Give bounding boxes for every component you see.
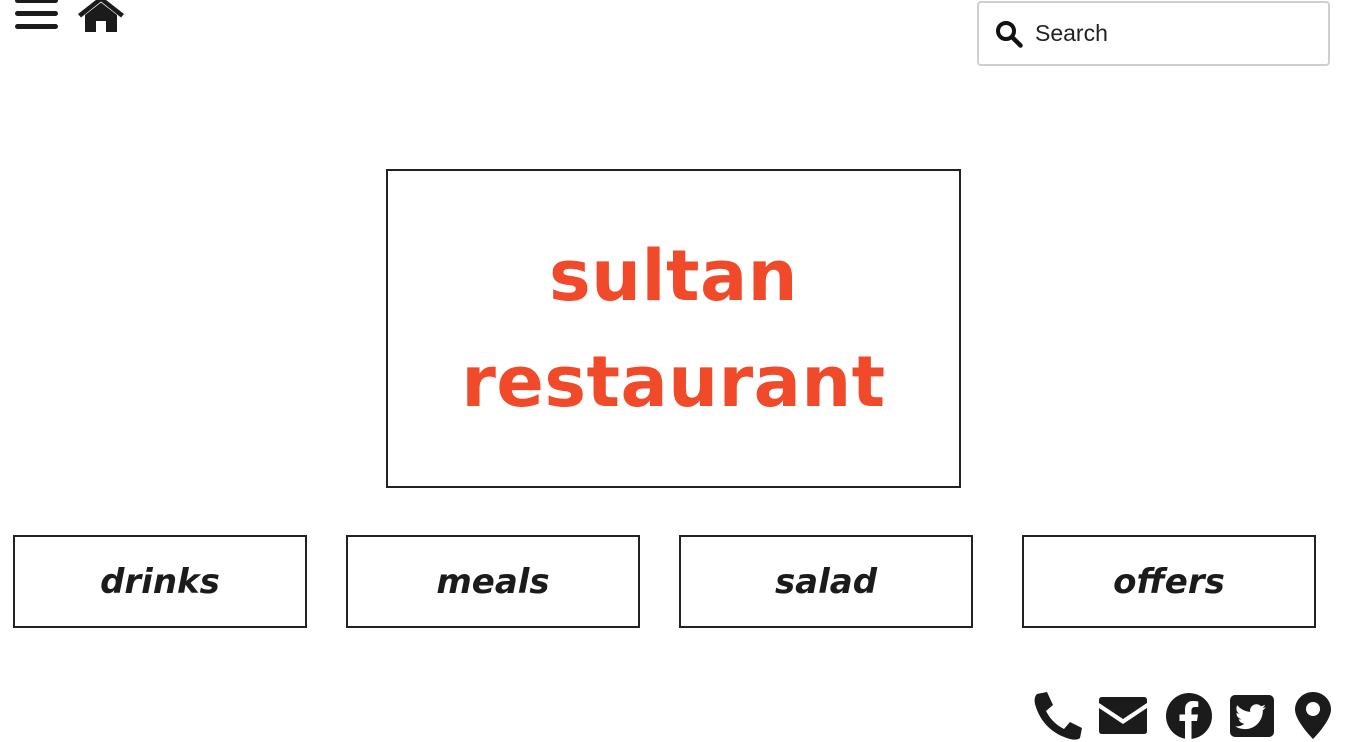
home-icon[interactable]	[76, 0, 126, 34]
menu-icon[interactable]	[15, 0, 59, 32]
search-bar[interactable]	[977, 1, 1330, 66]
page: sultan restaurant drinks meals salad off…	[0, 0, 1346, 742]
category-button-salad[interactable]: salad	[679, 535, 973, 628]
phone-icon[interactable]	[1032, 690, 1084, 740]
hero-title-box: sultan restaurant	[386, 169, 961, 488]
hero-title-line-1: sultan	[548, 234, 799, 317]
category-button-offers[interactable]: offers	[1022, 535, 1316, 628]
mail-icon[interactable]	[1097, 690, 1149, 740]
search-icon	[996, 20, 1023, 48]
facebook-icon[interactable]	[1164, 690, 1214, 740]
twitter-icon[interactable]	[1229, 690, 1275, 740]
hero-title-line-2: restaurant	[461, 340, 886, 423]
category-button-meals[interactable]: meals	[346, 535, 640, 628]
map-pin-icon[interactable]	[1292, 690, 1334, 740]
search-input[interactable]	[1035, 20, 1305, 47]
category-button-drinks[interactable]: drinks	[13, 535, 307, 628]
